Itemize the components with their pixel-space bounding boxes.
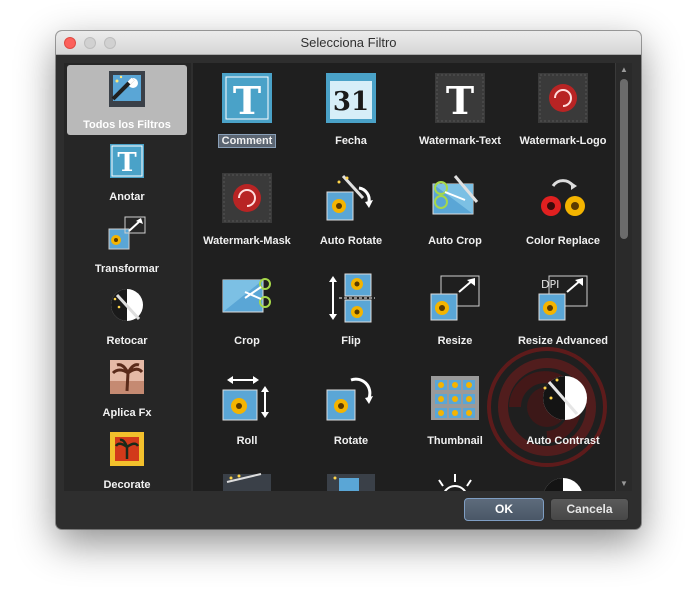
svg-text:T: T xyxy=(233,78,261,123)
filter-label: Crop xyxy=(234,335,260,347)
filter-watermark-text[interactable]: T Watermark-Text xyxy=(406,63,514,163)
svg-text:T: T xyxy=(446,78,474,123)
contrast-wand-icon xyxy=(111,289,143,321)
category-sidebar: Todos los Filtros T Anotar Transformar R… xyxy=(64,63,191,491)
title-bar: Selecciona Filtro xyxy=(56,31,641,55)
roll-icon xyxy=(222,376,269,421)
category-label: Aplica Fx xyxy=(102,407,152,419)
filter-auto-rotate[interactable]: Auto Rotate xyxy=(297,163,405,263)
magic-wand-icon xyxy=(109,71,145,107)
ok-button[interactable]: OK xyxy=(464,498,544,521)
category-transformar[interactable]: Transformar xyxy=(67,209,187,279)
scroll-down-arrow-icon[interactable]: ▼ xyxy=(616,477,632,491)
dpi-badge-text: DPI xyxy=(541,278,559,291)
filter-label: Auto Contrast xyxy=(526,435,600,447)
rotate-icon xyxy=(326,377,373,421)
filter-label: Flip xyxy=(341,335,361,347)
thumbnail-icon xyxy=(431,376,479,420)
filter-resize[interactable]: Resize xyxy=(401,263,509,363)
category-label: Anotar xyxy=(109,191,145,203)
flip-icon xyxy=(329,273,375,323)
filter-color-replace[interactable]: Color Replace xyxy=(509,163,617,263)
auto-crop-icon xyxy=(432,175,479,215)
filter-label: Fecha xyxy=(335,135,367,147)
wand-sparkle-icon xyxy=(223,473,271,491)
filter-row5-item-1[interactable] xyxy=(193,463,301,491)
select-filter-dialog: Selecciona Filtro Todos los Filtros T An… xyxy=(56,31,641,529)
category-label: Retocar xyxy=(106,335,148,347)
calendar-icon: 31 xyxy=(326,73,376,123)
calendar-day-text: 31 xyxy=(333,87,369,117)
window-title: Selecciona Filtro xyxy=(300,35,397,50)
filter-label: Thumbnail xyxy=(427,435,483,447)
filter-roll[interactable]: Roll xyxy=(193,363,301,463)
filter-resize-advanced[interactable]: DPI Resize Advanced xyxy=(509,263,617,363)
wand-photo-icon xyxy=(327,474,375,491)
filter-row5-item-4[interactable] xyxy=(509,463,617,491)
category-retocar[interactable]: Retocar xyxy=(67,281,187,351)
filter-label-text: Comment xyxy=(217,134,277,148)
svg-text:T: T xyxy=(117,148,137,178)
resize-icon xyxy=(430,275,480,321)
scrollbar-thumb[interactable] xyxy=(620,79,628,239)
filter-label: Auto Crop xyxy=(428,235,482,247)
filter-crop[interactable]: Crop xyxy=(193,263,301,363)
filter-grid-scrollbar[interactable]: ▲ ▼ xyxy=(615,63,632,491)
filter-label: Watermark-Mask xyxy=(203,235,291,247)
filter-comment[interactable]: T Comment xyxy=(193,63,301,163)
watermark-logo-icon xyxy=(538,73,588,123)
category-decorate[interactable]: Decorate xyxy=(67,425,187,495)
filter-label: Auto Rotate xyxy=(319,235,383,247)
brightness-icon xyxy=(438,474,472,491)
category-todos-los-filtros[interactable]: Todos los Filtros xyxy=(67,65,187,135)
category-aplica-fx[interactable]: Aplica Fx xyxy=(67,353,187,423)
category-label: Decorate xyxy=(103,479,151,491)
cancel-button[interactable]: Cancela xyxy=(550,498,629,521)
filter-label: Watermark-Text xyxy=(419,135,501,147)
filter-flip[interactable]: Flip xyxy=(297,263,405,363)
filter-watermark-logo[interactable]: Watermark-Logo xyxy=(509,63,617,163)
auto-contrast-icon xyxy=(543,376,587,420)
filter-label: Resize Advanced xyxy=(517,335,609,347)
watermark-text-icon: T xyxy=(435,73,485,123)
color-replace-icon xyxy=(541,179,585,216)
filter-thumbnail[interactable]: Thumbnail xyxy=(401,363,509,463)
filter-label: Rotate xyxy=(333,435,369,447)
filter-label: Color Replace xyxy=(526,235,600,247)
filter-grid: T Comment 31 Fecha T Watermark-Text Wate… xyxy=(193,63,631,491)
scroll-up-arrow-icon[interactable]: ▲ xyxy=(616,63,632,77)
filter-auto-contrast[interactable]: Auto Contrast xyxy=(509,363,617,463)
contrast-circle-icon xyxy=(544,478,582,491)
filter-rotate[interactable]: Rotate xyxy=(297,363,405,463)
crop-scissors-icon xyxy=(222,278,271,313)
resize-advanced-icon: DPI xyxy=(538,275,588,321)
filter-label: Resize xyxy=(437,335,473,347)
palm-fx-icon xyxy=(110,360,144,394)
text-t-icon: T xyxy=(222,73,272,123)
filter-row5-item-2[interactable] xyxy=(297,463,405,491)
decorate-frame-icon xyxy=(110,432,144,466)
auto-rotate-icon xyxy=(326,174,373,221)
filter-label: Comment xyxy=(193,134,301,148)
resize-arrows-icon xyxy=(108,216,146,250)
category-label: Transformar xyxy=(94,263,160,275)
category-anotar[interactable]: T Anotar xyxy=(67,137,187,207)
filter-fecha[interactable]: 31 Fecha xyxy=(297,63,405,163)
category-label: Todos los Filtros xyxy=(83,119,171,131)
filter-label: Watermark-Logo xyxy=(519,135,607,147)
filter-watermark-mask[interactable]: Watermark-Mask xyxy=(193,163,301,263)
filter-label: Roll xyxy=(236,435,258,447)
text-t-icon: T xyxy=(110,144,144,178)
filter-row5-item-3[interactable] xyxy=(401,463,509,491)
watermark-mask-icon xyxy=(222,173,272,223)
filter-auto-crop[interactable]: Auto Crop xyxy=(401,163,509,263)
